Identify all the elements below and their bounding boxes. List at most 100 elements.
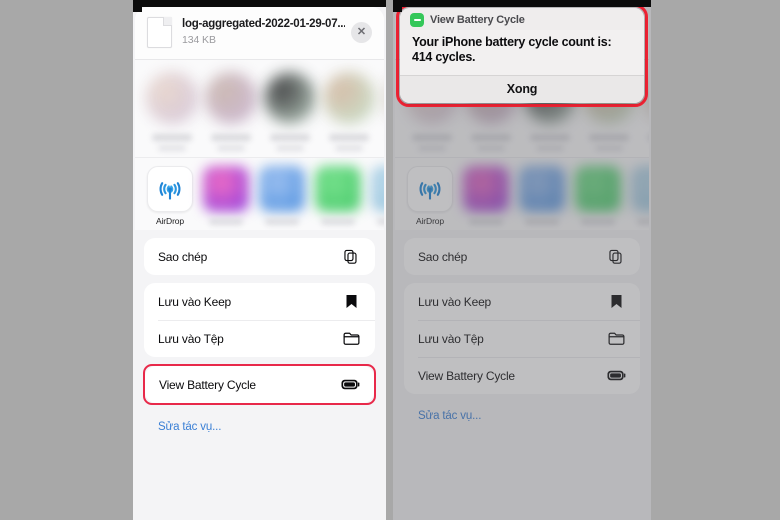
edit-actions-link[interactable]: Sửa tác vụ... — [404, 402, 640, 422]
left-phone-panel: log-aggregated-2022-01-29-07... 134 KB ✕ — [133, 0, 386, 520]
alert-dialog: View Battery Cycle Your iPhone battery c… — [400, 8, 644, 103]
app-icon — [519, 166, 565, 212]
contact-avatar-item[interactable] — [145, 68, 199, 151]
share-app-label: app-2 — [469, 218, 503, 225]
contact-name-placeholder — [530, 134, 570, 141]
action-label: Lưu vào Keep — [158, 294, 232, 309]
right-phone-screen: log-aggregated-2022-01-29-07... 134 KB ✕ — [393, 0, 651, 520]
share-app-label: app-3 — [265, 218, 299, 225]
red-highlight-box: View Battery Cycle — [143, 364, 376, 405]
share-app-item[interactable]: app-3 — [259, 166, 305, 225]
action-label: Lưu vào Tệp — [418, 331, 484, 346]
action-row[interactable]: Lưu vào Tệp — [144, 320, 375, 357]
bookmark-icon — [606, 292, 626, 312]
contact-sub-placeholder — [335, 145, 363, 151]
contact-name-placeholder — [412, 134, 452, 141]
contact-name-placeholder — [270, 134, 310, 141]
contact-sub-placeholder — [418, 145, 446, 151]
app-icon — [371, 166, 384, 212]
share-app-label: AirDrop — [155, 216, 185, 226]
screenshot-stage: log-aggregated-2022-01-29-07... 134 KB ✕ — [0, 0, 780, 520]
app-icon — [315, 166, 361, 212]
actions-list: Sao chép Lưu vào Keep Lưu vào Tệp View B… — [135, 230, 384, 520]
contact-sub-placeholder — [477, 145, 505, 151]
contact-name-placeholder — [589, 134, 629, 141]
action-row[interactable]: Lưu vào Keep — [404, 283, 640, 320]
share-app-item[interactable]: app-2 — [203, 166, 249, 225]
left-phone-screen: log-aggregated-2022-01-29-07... 134 KB ✕ — [133, 0, 386, 520]
actions-list: Sao chép Lưu vào Keep Lưu vào Tệp View B… — [395, 230, 649, 520]
action-card: Lưu vào Keep Lưu vào Tệp — [144, 283, 375, 357]
share-app-item[interactable]: app-5 — [631, 166, 649, 225]
share-app-item[interactable]: app-2 — [463, 166, 509, 225]
share-sheet: log-aggregated-2022-01-29-07... 134 KB ✕ — [135, 7, 384, 520]
share-app-label: AirDrop — [415, 216, 445, 226]
edit-actions-link[interactable]: Sửa tác vụ... — [144, 413, 375, 433]
action-label: Lưu vào Keep — [418, 294, 492, 309]
contact-avatar-item[interactable] — [381, 68, 384, 151]
document-icon — [147, 17, 172, 48]
alert-header: View Battery Cycle — [400, 8, 644, 30]
share-app-item[interactable]: app-3 — [519, 166, 565, 225]
alert-dialog-wrapper: View Battery Cycle Your iPhone battery c… — [396, 4, 648, 107]
contact-avatar-item[interactable] — [322, 68, 376, 151]
share-app-item[interactable]: app-5 — [371, 166, 384, 225]
file-meta: log-aggregated-2022-01-29-07... 134 KB — [182, 17, 345, 48]
copy-icon — [606, 247, 626, 267]
contact-name-placeholder — [648, 134, 649, 141]
action-label: Sao chép — [158, 249, 208, 264]
share-app-item[interactable]: app-4 — [315, 166, 361, 225]
avatar — [323, 72, 375, 124]
avatar — [205, 72, 257, 124]
action-row[interactable]: Lưu vào Tệp — [404, 320, 640, 357]
action-card: Lưu vào Keep Lưu vào Tệp View Battery Cy… — [404, 283, 640, 394]
share-app-label: app-4 — [321, 218, 355, 225]
contact-sub-placeholder — [536, 145, 564, 151]
action-card: Sao chép — [404, 238, 640, 275]
contact-avatar-item[interactable] — [204, 68, 258, 151]
shortcuts-icon — [410, 13, 424, 27]
apps-row: AirDrop app-2 app-3 app-4 app-5 — [395, 158, 649, 230]
avatar — [146, 72, 198, 124]
alert-title: View Battery Cycle — [430, 14, 525, 26]
app-icon — [463, 166, 509, 212]
alert-done-button[interactable]: Xong — [400, 76, 644, 103]
battery-icon — [606, 366, 626, 386]
app-icon — [259, 166, 305, 212]
share-app-item[interactable]: AirDrop — [147, 166, 193, 226]
avatar — [264, 72, 316, 124]
action-label: Lưu vào Tệp — [158, 331, 224, 346]
alert-red-highlight: View Battery Cycle Your iPhone battery c… — [396, 4, 648, 107]
action-card: Sao chép — [144, 238, 375, 275]
avatar — [382, 72, 384, 124]
share-app-item[interactable]: app-4 — [575, 166, 621, 225]
close-icon[interactable]: ✕ — [351, 22, 372, 43]
contact-sub-placeholder — [158, 145, 186, 151]
contact-sub-placeholder — [276, 145, 304, 151]
share-app-item[interactable]: AirDrop — [407, 166, 453, 226]
status-bar — [133, 0, 386, 12]
apps-row: AirDrop app-2 app-3 app-4 app-5 — [135, 158, 384, 230]
alert-message: Your iPhone battery cycle count is: 414 … — [400, 30, 644, 75]
action-label: Sao chép — [418, 249, 468, 264]
contact-sub-placeholder — [217, 145, 245, 151]
share-app-label: app-5 — [637, 218, 649, 225]
contacts-row — [135, 60, 384, 158]
action-label: View Battery Cycle — [418, 368, 515, 383]
folder-icon — [341, 329, 361, 349]
airdrop-icon — [147, 166, 193, 212]
app-icon — [203, 166, 249, 212]
action-label: View Battery Cycle — [159, 377, 256, 392]
airdrop-icon — [407, 166, 453, 212]
share-app-label: app-5 — [377, 218, 384, 225]
action-row[interactable]: View Battery Cycle — [145, 366, 374, 403]
action-row[interactable]: View Battery Cycle — [404, 357, 640, 394]
contact-avatar-item[interactable] — [263, 68, 317, 151]
action-row[interactable]: Sao chép — [404, 238, 640, 275]
folder-icon — [606, 329, 626, 349]
action-row[interactable]: Lưu vào Keep — [144, 283, 375, 320]
right-phone-panel: log-aggregated-2022-01-29-07... 134 KB ✕ — [393, 0, 651, 520]
action-row[interactable]: Sao chép — [144, 238, 375, 275]
app-icon — [575, 166, 621, 212]
share-app-label: app-3 — [525, 218, 559, 225]
